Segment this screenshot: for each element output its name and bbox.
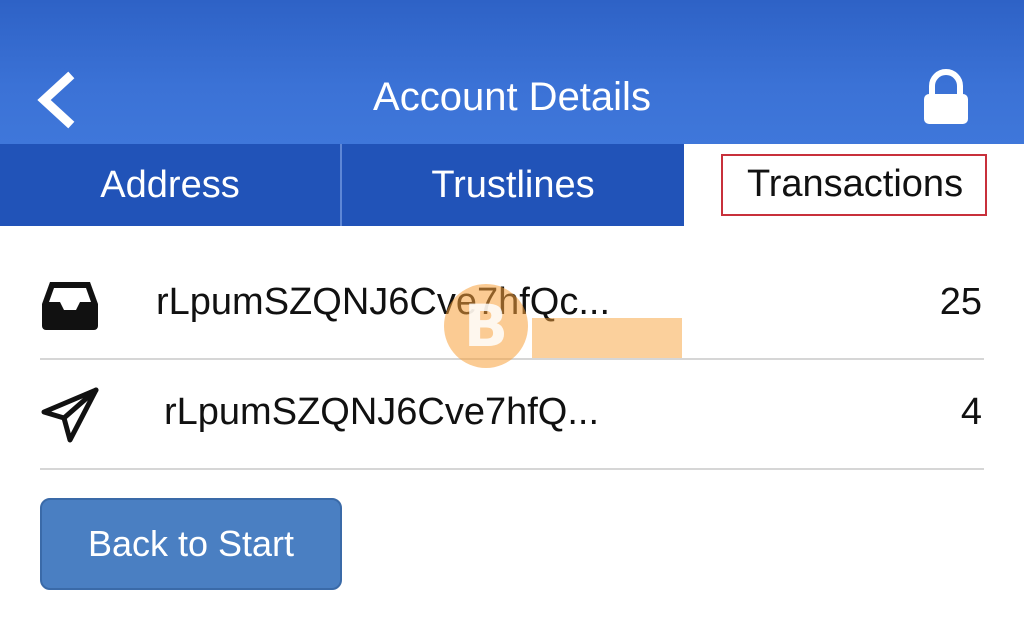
tab-transactions-label: Transactions: [720, 154, 988, 216]
sent-count: 4: [960, 391, 982, 433]
list-item-sent[interactable]: rLpumSZQNJ6Cve7hfQ... 4: [0, 358, 1024, 468]
send-icon: [40, 386, 100, 444]
tab-trustlines[interactable]: Trustlines: [340, 144, 684, 226]
received-count: 25: [939, 281, 982, 323]
received-address: rLpumSZQNJ6Cve7hfQc...: [156, 281, 611, 323]
divider: [40, 468, 984, 470]
app-header: Account Details: [0, 0, 1024, 144]
lock-button[interactable]: [918, 68, 974, 128]
back-to-start-button[interactable]: Back to Start: [40, 498, 342, 590]
page-title: Account Details: [373, 75, 651, 119]
lock-icon: [924, 69, 968, 124]
inbox-icon: [40, 276, 100, 334]
tab-address[interactable]: Address: [0, 144, 340, 226]
tab-bar: Address Trustlines Transactions: [0, 144, 1024, 226]
tab-trustlines-label: Trustlines: [431, 163, 595, 206]
tab-transactions[interactable]: Transactions: [684, 144, 1024, 226]
tab-address-label: Address: [100, 163, 240, 206]
list-item-received[interactable]: rLpumSZQNJ6Cve7hfQc... 25: [0, 248, 1024, 358]
sent-address: rLpumSZQNJ6Cve7hfQ...: [164, 391, 600, 433]
